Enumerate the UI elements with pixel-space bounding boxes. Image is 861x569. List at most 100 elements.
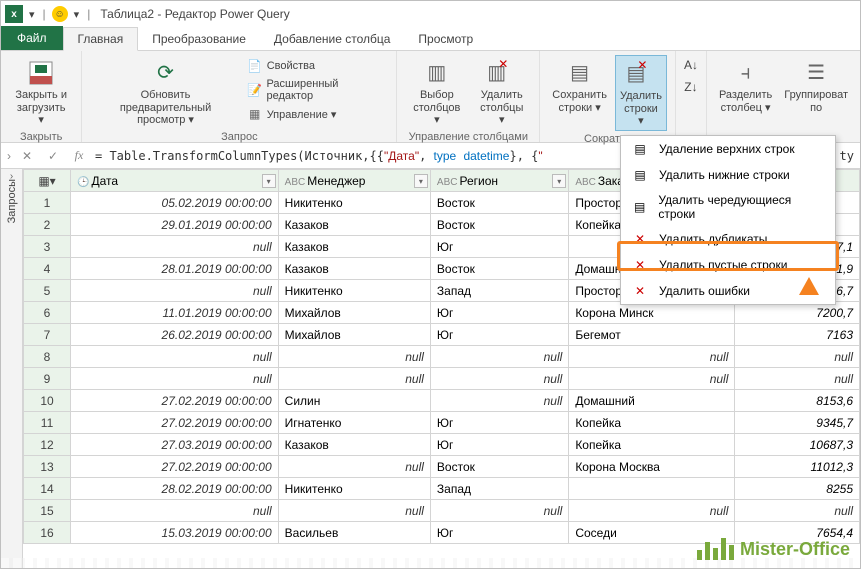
table-cell[interactable]: null [430, 346, 568, 368]
table-cell[interactable]: Восток [430, 456, 568, 478]
table-cell[interactable]: 28.02.2019 00:00:00 [71, 478, 279, 500]
menu-remove-duplicates[interactable]: ✕Удалить дубликаты [621, 226, 835, 252]
remove-rows-button[interactable]: ▤✕ Удалить строки ▾ [615, 55, 667, 131]
table-cell[interactable]: 27.03.2019 00:00:00 [71, 434, 279, 456]
tab-home[interactable]: Главная [63, 27, 139, 51]
row-number[interactable]: 16 [24, 522, 71, 544]
row-number[interactable]: 10 [24, 390, 71, 412]
table-cell[interactable]: Казаков [278, 258, 430, 280]
table-cell[interactable]: Васильев [278, 522, 430, 544]
table-cell[interactable]: null [569, 368, 735, 390]
close-and-load-button[interactable]: Закрыть и загрузить ▾ [9, 55, 73, 129]
row-number[interactable]: 8 [24, 346, 71, 368]
group-by-button[interactable]: ☰ Группироват по [780, 55, 852, 116]
sort-desc-button[interactable]: Z↓ [682, 79, 699, 95]
table-cell[interactable]: null [735, 346, 860, 368]
properties-button[interactable]: 📄Свойства [245, 57, 317, 75]
table-cell[interactable]: Бегемот [569, 324, 735, 346]
table-cell[interactable]: Игнатенко [278, 412, 430, 434]
table-cell[interactable]: Силин [278, 390, 430, 412]
tab-file[interactable]: Файл [1, 26, 63, 50]
table-cell[interactable] [569, 478, 735, 500]
table-cell[interactable]: null [71, 368, 279, 390]
row-number[interactable]: 13 [24, 456, 71, 478]
table-cell[interactable]: 26.02.2019 00:00:00 [71, 324, 279, 346]
filter-dropdown-icon[interactable]: ▾ [414, 174, 428, 188]
table-cell[interactable]: null [735, 368, 860, 390]
table-cell[interactable]: 28.01.2019 00:00:00 [71, 258, 279, 280]
table-cell[interactable]: Никитенко [278, 192, 430, 214]
queries-pane[interactable]: › Запросы [1, 169, 23, 568]
keep-rows-button[interactable]: ▤ Сохранить строки ▾ [548, 55, 611, 131]
table-row[interactable]: 1327.02.2019 00:00:00nullВостокКорона Мо… [24, 456, 860, 478]
table-row[interactable]: 8nullnullnullnullnull [24, 346, 860, 368]
row-number[interactable]: 5 [24, 280, 71, 302]
table-cell[interactable]: 8255 [735, 478, 860, 500]
table-cell[interactable]: null [569, 346, 735, 368]
row-number[interactable]: 12 [24, 434, 71, 456]
table-row[interactable]: 9nullnullnullnullnull [24, 368, 860, 390]
tab-transform[interactable]: Преобразование [138, 28, 260, 50]
table-cell[interactable]: Юг [430, 302, 568, 324]
table-row[interactable]: 1027.02.2019 00:00:00СилинnullДомашний81… [24, 390, 860, 412]
table-cell[interactable]: null [71, 346, 279, 368]
table-cell[interactable]: Копейка [569, 412, 735, 434]
chevron-right-icon[interactable]: › [7, 149, 11, 163]
smiley-icon[interactable]: ☺ [52, 6, 68, 22]
table-cell[interactable]: Юг [430, 236, 568, 258]
table-cell[interactable]: 27.02.2019 00:00:00 [71, 412, 279, 434]
split-column-button[interactable]: ⫞ Разделить столбец ▾ [715, 55, 776, 116]
row-number[interactable]: 15 [24, 500, 71, 522]
fx-accept-button[interactable]: ✓ [43, 149, 63, 163]
qat-dropdown[interactable]: ▾ [25, 8, 39, 21]
table-cell[interactable]: 8153,6 [735, 390, 860, 412]
remove-columns-button[interactable]: ▥✕ Удалить столбцы ▾ [472, 55, 531, 129]
qat-dropdown2[interactable]: ▾ [70, 8, 84, 21]
filter-dropdown-icon[interactable]: ▾ [262, 174, 276, 188]
table-cell[interactable]: null [430, 390, 568, 412]
tab-addcolumn[interactable]: Добавление столбца [260, 28, 405, 50]
table-cell[interactable]: Казаков [278, 214, 430, 236]
table-cell[interactable]: null [71, 500, 279, 522]
table-cell[interactable]: null [278, 368, 430, 390]
table-row[interactable]: 15nullnullnullnullnull [24, 500, 860, 522]
table-cell[interactable]: Михайлов [278, 324, 430, 346]
table-cell[interactable]: 29.01.2019 00:00:00 [71, 214, 279, 236]
table-cell[interactable]: 05.02.2019 00:00:00 [71, 192, 279, 214]
table-cell[interactable]: 7163 [735, 324, 860, 346]
table-cell[interactable]: Юг [430, 434, 568, 456]
row-number[interactable]: 9 [24, 368, 71, 390]
table-cell[interactable]: Юг [430, 522, 568, 544]
row-number[interactable]: 3 [24, 236, 71, 258]
table-cell[interactable]: Запад [430, 478, 568, 500]
table-cell[interactable]: null [569, 500, 735, 522]
menu-remove-bottom-rows[interactable]: ▤Удалить нижние строки [621, 162, 835, 188]
manage-button[interactable]: ▦Управление ▾ [245, 105, 339, 123]
column-header-region[interactable]: ABCРегион▾ [430, 170, 568, 192]
fx-icon[interactable]: fx [69, 148, 89, 163]
sort-asc-button[interactable]: A↓ [682, 57, 700, 73]
table-row[interactable]: 1428.02.2019 00:00:00НикитенкоЗапад8255 [24, 478, 860, 500]
table-cell[interactable]: 15.03.2019 00:00:00 [71, 522, 279, 544]
table-cell[interactable]: null [430, 368, 568, 390]
table-cell[interactable]: 11012,3 [735, 456, 860, 478]
column-header-manager[interactable]: ABCМенеджер▾ [278, 170, 430, 192]
tab-view[interactable]: Просмотр [404, 28, 487, 50]
table-row[interactable]: 1127.02.2019 00:00:00ИгнатенкоЮгКопейка9… [24, 412, 860, 434]
row-number[interactable]: 2 [24, 214, 71, 236]
table-cell[interactable]: Восток [430, 214, 568, 236]
advanced-editor-button[interactable]: 📝Расширенный редактор [245, 77, 389, 103]
filter-dropdown-icon[interactable]: ▾ [552, 174, 566, 188]
row-number[interactable]: 1 [24, 192, 71, 214]
table-cell[interactable]: 9345,7 [735, 412, 860, 434]
table-cell[interactable]: Домашний [569, 390, 735, 412]
table-cell[interactable]: 11.01.2019 00:00:00 [71, 302, 279, 324]
table-cell[interactable]: Корона Москва [569, 456, 735, 478]
choose-columns-button[interactable]: ▥ Выбор столбцов ▾ [405, 55, 468, 129]
row-number[interactable]: 4 [24, 258, 71, 280]
table-cell[interactable]: Юг [430, 412, 568, 434]
table-cell[interactable]: Запад [430, 280, 568, 302]
table-cell[interactable]: Михайлов [278, 302, 430, 324]
table-cell[interactable]: Никитенко [278, 478, 430, 500]
table-corner[interactable]: ▦▾ [24, 170, 71, 192]
